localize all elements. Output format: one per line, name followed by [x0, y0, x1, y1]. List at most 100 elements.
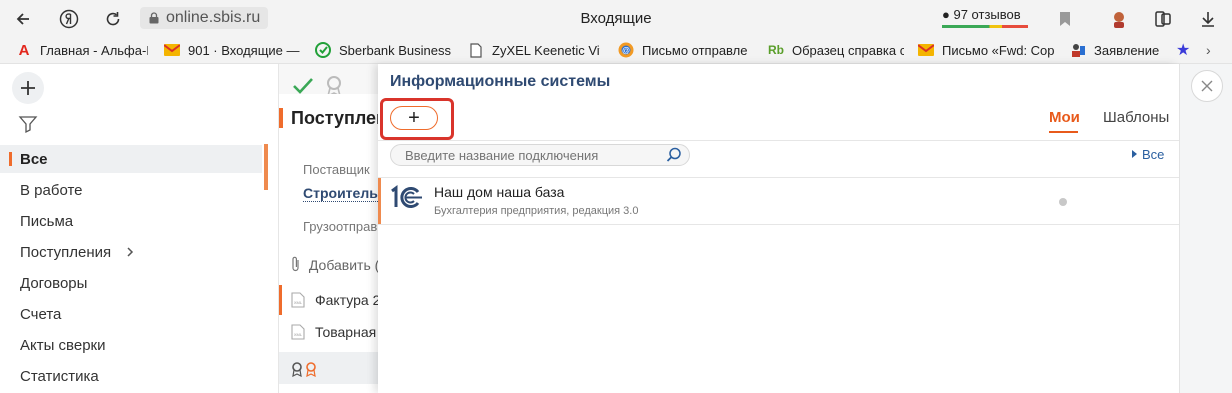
bookmark-item-rub[interactable]: Rb Образец справка с	[768, 41, 904, 59]
sber-icon	[315, 42, 331, 58]
all-link[interactable]: Все	[1132, 147, 1164, 162]
sidebar-item-reconciliation[interactable]: Акты сверки	[20, 337, 105, 354]
close-button[interactable]	[1191, 70, 1223, 102]
sidebar-item-letters[interactable]: Письма	[20, 213, 73, 230]
alfa-icon: A	[18, 41, 30, 59]
bookmark-item-alfa[interactable]: A Главная - Альфа-Б	[16, 41, 148, 59]
plus-icon	[21, 81, 35, 95]
close-icon	[1201, 80, 1213, 92]
back-icon[interactable]	[10, 6, 36, 32]
bookmark-item-gmail[interactable]: 901 · Входящие —	[164, 41, 300, 59]
user-doc-icon	[1070, 42, 1086, 58]
triangle-right-icon	[1132, 150, 1137, 158]
bookmark-label: Заявление	[1094, 42, 1160, 58]
bookmark-label: Главная - Альфа-Б	[40, 42, 148, 58]
status-dot	[1059, 198, 1067, 206]
chevron-right-icon	[127, 247, 134, 257]
xml-file-icon: XML	[291, 292, 305, 308]
document-icon	[468, 42, 484, 58]
bookmark-label: ZyXEL Keenetic Viv	[492, 42, 600, 58]
doc-list-item-label: Фактура 2	[315, 292, 378, 308]
bookmark-label: 901 · Входящие —	[188, 42, 300, 58]
add-attachment-link[interactable]: Добавить (	[291, 256, 378, 273]
bookmark-flag-icon[interactable]	[1054, 8, 1076, 30]
svg-text:@: @	[622, 46, 630, 55]
sidebar-item-all[interactable]: Все	[20, 151, 48, 168]
information-systems-panel: Информационные системы + Мои Шаблоны Все…	[378, 64, 1179, 393]
tab-mine[interactable]: Мои	[1049, 109, 1080, 126]
document-panel: Поступлен Поставщик Строительн Грузоотпр…	[278, 64, 378, 393]
right-panel	[1179, 64, 1232, 393]
bookmark-label: Письмо отправле	[642, 42, 748, 58]
shipper-label: Грузоотправ	[303, 219, 378, 234]
extension-avatar-icon[interactable]	[1108, 8, 1130, 30]
bookmarks-more-icon[interactable]: ›	[1206, 41, 1224, 59]
reviews-label: 97 отзывов	[953, 7, 1021, 22]
doc-list-item[interactable]: XML Товарная	[279, 317, 378, 347]
connection-subtitle: Бухгалтерия предприятия, редакция 3.0	[434, 205, 639, 217]
create-button[interactable]	[12, 72, 44, 104]
svg-text:XML: XML	[294, 300, 303, 305]
rating-bar	[942, 25, 1028, 28]
download-icon[interactable]	[1197, 8, 1219, 30]
reload-icon[interactable]	[100, 6, 126, 32]
tab-templates[interactable]: Шаблоны	[1103, 109, 1169, 126]
mail-at-icon: @	[618, 42, 634, 58]
url-text: online.sbis.ru	[166, 9, 261, 26]
sidebar-item-statistics[interactable]: Статистика	[20, 368, 99, 385]
collections-icon[interactable]	[1152, 8, 1174, 30]
add-connection-button[interactable]: +	[390, 106, 438, 130]
sidebar-item-invoices[interactable]: Счета	[20, 306, 61, 323]
panel-title: Информационные системы	[390, 73, 611, 90]
bookmark-label: Письмо «Fwd: Cop	[942, 42, 1054, 58]
paperclip-icon	[292, 256, 299, 272]
signature-badges-icon[interactable]	[291, 361, 319, 377]
doc-list-item-label: Товарная	[315, 324, 377, 340]
add-attachment-label: Добавить (	[308, 257, 378, 273]
svg-text:XML: XML	[294, 332, 303, 337]
bookmark-label: Образец справка с	[792, 42, 904, 58]
browser-toolbar: online.sbis.ru Входящие ● 97 отзывов	[0, 0, 1232, 36]
gmail-icon	[164, 42, 180, 58]
bookmark-item-gmail-2[interactable]: Письмо «Fwd: Cop	[918, 41, 1054, 59]
connection-name: Наш дом наша база	[434, 184, 565, 200]
yandex-icon[interactable]	[56, 6, 82, 32]
connection-row[interactable]: Наш дом наша база Бухгалтерия предприяти…	[378, 178, 1179, 224]
doc-list-item[interactable]: XML Фактура 2	[279, 285, 378, 315]
address-bar[interactable]: online.sbis.ru	[140, 7, 269, 29]
supplier-value[interactable]: Строительн	[303, 185, 378, 202]
sidebar-item-in-work[interactable]: В работе	[20, 182, 83, 199]
sidebar-item-incoming[interactable]: Поступления	[20, 244, 135, 261]
rub-icon: Rb	[768, 43, 784, 57]
bookmark-item-zayavlenie[interactable]: Заявление	[1070, 41, 1164, 59]
xml-file-icon: XML	[291, 324, 305, 340]
tab-active-underline	[1049, 131, 1078, 133]
lock-icon	[149, 12, 159, 24]
bookmark-item-mail[interactable]: @ Письмо отправле	[618, 41, 752, 59]
search-input[interactable]	[390, 144, 690, 166]
sidebar-item-contracts[interactable]: Договоры	[20, 275, 87, 292]
bookmark-label: Sberbank Business	[339, 42, 451, 58]
document-card: Поступлен Поставщик Строительн Грузоотпр…	[279, 94, 378, 393]
supplier-label: Поставщик	[303, 162, 370, 177]
gmail-icon	[918, 42, 934, 58]
bookmark-item-zyxel[interactable]: ZyXEL Keenetic Viv	[468, 41, 600, 59]
checkmark-icon[interactable]	[292, 77, 314, 95]
bookmark-item-sber[interactable]: Sberbank Business	[315, 41, 451, 59]
row-marker	[378, 178, 381, 224]
list-divider	[378, 224, 1179, 225]
1c-logo-icon	[391, 185, 422, 208]
doc-title-marker	[279, 108, 283, 128]
signature-strip	[279, 352, 378, 384]
all-link-label: Все	[1142, 147, 1165, 162]
filter-icon[interactable]	[18, 114, 38, 134]
favorites-star-icon[interactable]: ★	[1176, 41, 1194, 59]
sidebar-active-marker	[9, 152, 12, 166]
sidebar-scroll-indicator	[264, 144, 268, 190]
tabs-divider	[378, 140, 1179, 141]
doc-header: Поступлен	[291, 108, 378, 128]
sidebar: Все В работе Письма Поступления Договоры…	[0, 64, 268, 393]
sidebar-item-label: Поступления	[20, 244, 112, 261]
search-icon[interactable]	[666, 147, 682, 163]
reviews-badge[interactable]: ● 97 отзывов	[942, 7, 1021, 22]
